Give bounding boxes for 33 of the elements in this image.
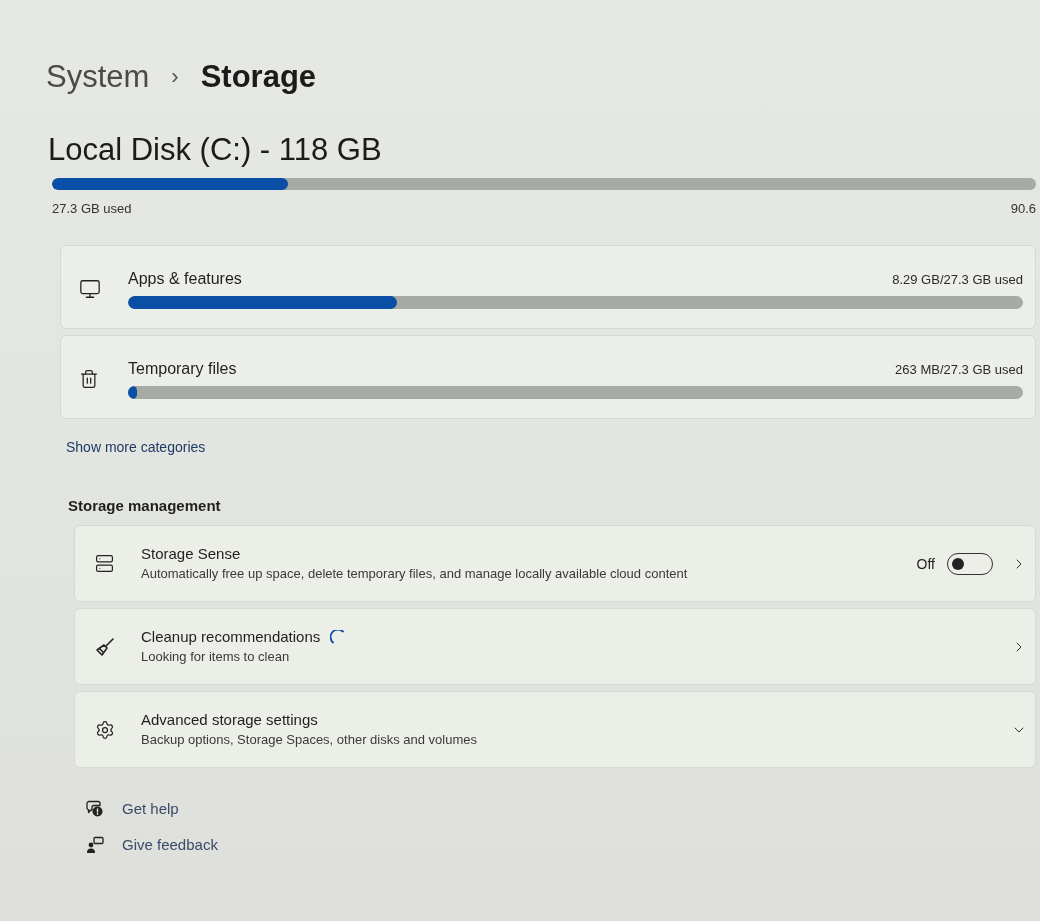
category-card[interactable]: Temporary files 263 MB/27.3 GB used xyxy=(60,335,1036,419)
breadcrumb-current-page: Storage xyxy=(200,58,317,96)
setting-title: Advanced storage settings xyxy=(141,711,318,729)
help-link[interactable]: Give feedback xyxy=(86,834,218,856)
section-heading: Storage management xyxy=(68,497,221,515)
breadcrumb-link[interactable]: System xyxy=(46,57,150,97)
used-space-label: 27.3 GB used xyxy=(52,201,132,217)
disk-title: Local Disk (C:) - 118 GB xyxy=(48,131,382,169)
setting-description: Automatically free up space, delete temporary files, and manage locally available cloud content xyxy=(141,565,688,582)
setting-card[interactable]: Advanced storage settings Backup options, Storage Spaces, other disks and volumes xyxy=(74,691,1036,768)
category-name: Temporary files xyxy=(128,360,237,378)
settings-icon xyxy=(95,719,115,740)
category-card[interactable]: Apps & features 8.29 GB/27.3 GB used xyxy=(60,245,1036,329)
broom-icon xyxy=(95,636,115,657)
category-usage: 263 MB/27.3 GB used xyxy=(895,361,1023,377)
category-usage: 8.29 GB/27.3 GB used xyxy=(892,271,1023,287)
help-link[interactable]: Get help xyxy=(86,798,179,820)
monitor-icon xyxy=(79,277,101,300)
setting-description: Looking for items to clean xyxy=(141,648,290,665)
drive-stack-icon xyxy=(95,554,114,573)
category-name: Apps & features xyxy=(128,270,242,288)
toggle-state-label: Off xyxy=(916,555,935,572)
setting-card[interactable]: Cleanup recommendations Looking for items to clean xyxy=(74,608,1036,685)
setting-title: Cleanup recommendations xyxy=(141,628,321,646)
capacity-reading: 90.6 xyxy=(1010,201,1036,217)
show-more-link[interactable]: Show more categories xyxy=(66,439,206,455)
breadcrumb-separator: › xyxy=(171,63,179,91)
setting-title: Storage Sense xyxy=(141,545,241,563)
setting-card[interactable]: Storage Sense Automatically free up space, delete temporary files, and manage locally available cloud content Off xyxy=(74,525,1036,602)
trash-icon xyxy=(79,368,99,389)
help-icon xyxy=(86,800,104,818)
setting-description: Backup options, Storage Spaces, other disks and volumes xyxy=(141,731,478,748)
feedback-icon xyxy=(86,836,104,854)
